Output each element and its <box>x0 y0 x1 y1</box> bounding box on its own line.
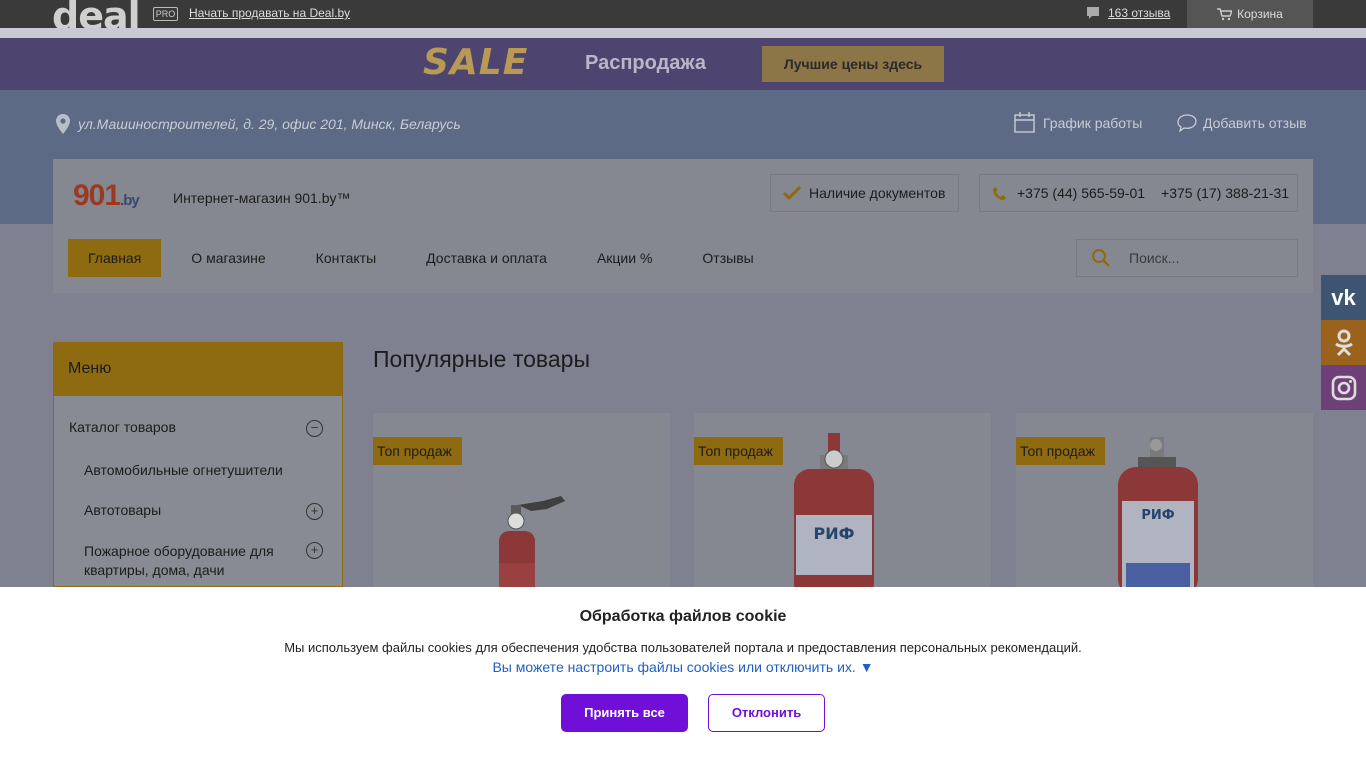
nav-reviews[interactable]: Отзывы <box>702 239 753 277</box>
checkmark-icon <box>783 186 801 200</box>
cookie-settings-link[interactable]: Вы можете настроить файлы cookies или от… <box>0 659 1366 675</box>
odnoklassniki-icon[interactable] <box>1321 320 1366 365</box>
cookie-settings-label: Вы можете настроить файлы cookies или от… <box>492 659 856 675</box>
add-review-label: Добавить отзыв <box>1203 115 1307 131</box>
sell-on-deal-link[interactable]: Начать продавать на Deal.by <box>189 6 350 20</box>
sidebar-item-catalog[interactable]: Каталог товаров <box>69 419 176 435</box>
phones-block[interactable]: +375 (44) 565-59-01 +375 (17) 388-21-31 <box>979 174 1298 212</box>
product-card[interactable]: Топ продаж РИФ <box>694 413 991 587</box>
triangle-down-icon: ▼ <box>859 659 874 675</box>
address-text: ул.Машиностроителей, д. 29, офис 201, Ми… <box>78 116 461 132</box>
phone-1[interactable]: +375 (44) 565-59-01 <box>1017 185 1145 201</box>
sidebar-item-fire-equipment[interactable]: Пожарное оборудование для квартиры, дома… <box>84 542 299 580</box>
cookie-text: Мы используем файлы cookies для обеспече… <box>284 640 1082 655</box>
schedule-link[interactable]: График работы <box>1014 112 1142 133</box>
calendar-icon <box>1014 112 1035 133</box>
add-review-link[interactable]: Добавить отзыв <box>1177 114 1307 132</box>
speech-bubble-icon <box>1177 114 1197 132</box>
vk-icon[interactable]: vk <box>1321 275 1366 320</box>
top-sales-badge: Топ продаж <box>694 437 783 465</box>
nav-contacts[interactable]: Контакты <box>316 239 376 277</box>
nav-delivery[interactable]: Доставка и оплата <box>426 239 547 277</box>
search-input[interactable]: Поиск... <box>1129 250 1179 266</box>
extinguisher-image <box>499 496 565 587</box>
schedule-label: График работы <box>1043 114 1143 131</box>
pro-badge: PRO <box>153 7 178 21</box>
sale-title: Распродажа <box>585 52 706 74</box>
shop-logo[interactable]: 901.by <box>73 179 140 213</box>
phone-icon <box>993 186 1006 200</box>
shop-name: Интернет-магазин 901.by™ <box>173 190 351 206</box>
sidebar-menu: Меню Каталог товаров − Автомобильные огн… <box>53 342 343 587</box>
comment-icon <box>1087 7 1099 19</box>
cart-button[interactable]: Корзина <box>1187 0 1313 28</box>
sidebar-item-car-extinguishers[interactable]: Автомобильные огнетушители <box>84 462 283 478</box>
main-nav: Главная О магазине Контакты Доставка и о… <box>68 239 804 277</box>
cart-label: Корзина <box>1237 7 1283 21</box>
product-card[interactable]: Топ продаж <box>373 413 670 587</box>
sale-graphic: SALE <box>423 42 529 83</box>
cookie-banner: Обработка файлов cookie Мы используем фа… <box>0 587 1366 768</box>
top-sales-badge: Топ продаж <box>1016 437 1105 465</box>
deal-topbar: deal PRO Начать продавать на Deal.by 163… <box>0 0 1366 35</box>
accept-cookies-button[interactable]: Принять все <box>561 694 688 732</box>
extinguisher-image: РИФ <box>1118 437 1198 587</box>
documents-badge[interactable]: Наличие документов <box>770 174 959 212</box>
sale-banner[interactable]: SALE Распродажа Лучшие цены здесь <box>0 38 1366 90</box>
phone-2[interactable]: +375 (17) 388-21-31 <box>1161 185 1289 201</box>
product-label: РИФ <box>814 524 855 543</box>
reviews-link[interactable]: 163 отзыва <box>1086 6 1170 20</box>
shop-header-card: 901.by Интернет-магазин 901.by™ Наличие … <box>53 159 1313 293</box>
cart-icon <box>1217 7 1233 20</box>
product-card[interactable]: Топ продаж РИФ <box>1016 413 1313 587</box>
expand-icon[interactable]: + <box>306 503 323 520</box>
top-sales-badge: Топ продаж <box>373 437 462 465</box>
sidebar-item-auto-goods[interactable]: Автотовары <box>84 502 161 518</box>
location-pin-icon <box>56 114 70 134</box>
nav-promotions[interactable]: Акции % <box>597 239 652 277</box>
decline-cookies-button[interactable]: Отклонить <box>708 694 825 732</box>
expand-icon[interactable]: + <box>306 542 323 559</box>
documents-label: Наличие документов <box>809 185 946 201</box>
cookie-title: Обработка файлов cookie <box>579 608 787 625</box>
shop-address: ул.Машиностроителей, д. 29, офис 201, Ми… <box>56 114 461 134</box>
search-box[interactable]: Поиск... <box>1076 239 1298 277</box>
best-prices-button[interactable]: Лучшие цены здесь <box>762 46 944 82</box>
instagram-icon[interactable] <box>1321 365 1366 410</box>
shop-logo-number: 901 <box>73 179 121 212</box>
popular-products-title: Популярные товары <box>373 346 590 372</box>
nav-home[interactable]: Главная <box>68 239 162 277</box>
extinguisher-image: РИФ <box>794 433 874 587</box>
search-icon[interactable] <box>1091 248 1111 268</box>
topbar-divider <box>0 28 1366 38</box>
product-label: РИФ <box>1141 508 1174 523</box>
nav-about[interactable]: О магазине <box>191 239 265 277</box>
collapse-icon[interactable]: − <box>306 420 323 437</box>
shop-logo-suffix: .by <box>120 192 140 209</box>
reviews-count: 163 отзыва <box>1108 6 1171 20</box>
menu-title: Меню <box>54 343 342 396</box>
